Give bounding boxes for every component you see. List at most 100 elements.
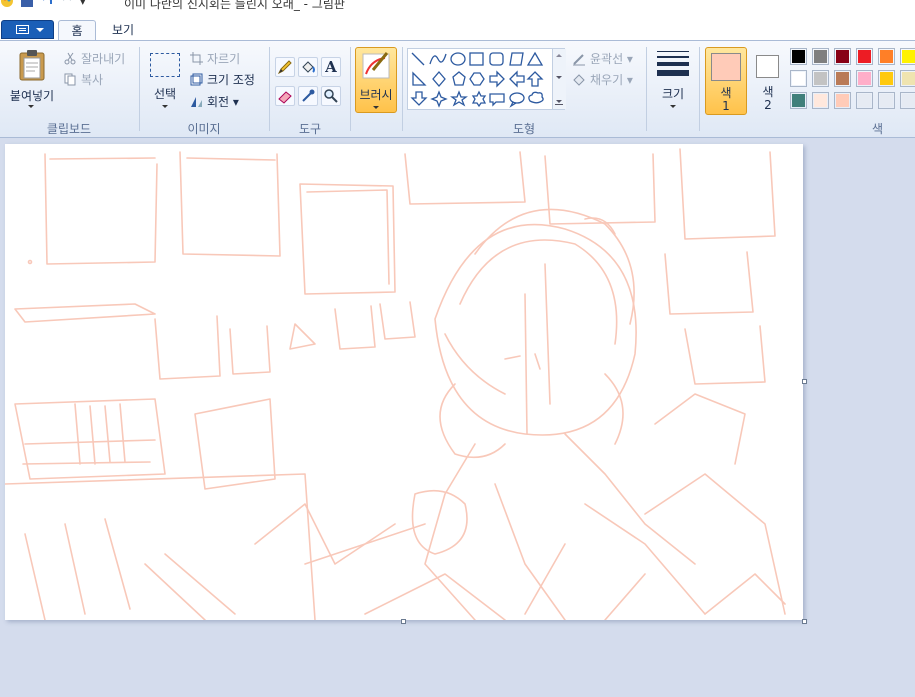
window-title: 이미 나란의 신지회는 들린지 오래_ - 그림판: [124, 0, 345, 11]
image-group-label: 이미지: [187, 122, 221, 136]
palette-swatch[interactable]: [834, 70, 851, 87]
scroll-down-icon[interactable]: [556, 76, 562, 79]
outline-label: 윤곽선 ▾: [590, 52, 633, 66]
magnifier-tool[interactable]: [321, 86, 341, 106]
right-triangle-shape-icon[interactable]: [412, 71, 427, 86]
palette-swatch[interactable]: [878, 92, 895, 109]
paste-button[interactable]: 붙여넣기: [6, 47, 58, 113]
shapes-gallery-scrollbar[interactable]: [552, 49, 566, 109]
six-point-star-shape-icon[interactable]: [471, 90, 487, 108]
size-label: 크기: [661, 87, 685, 101]
palette-swatch[interactable]: [856, 48, 873, 65]
size-button[interactable]: 크기: [652, 47, 694, 113]
resize-button[interactable]: 크기 조정: [190, 71, 255, 88]
eraser-icon: [278, 91, 292, 104]
up-arrow-shape-icon[interactable]: [526, 71, 544, 87]
drawing-canvas[interactable]: [5, 144, 807, 624]
clipboard-icon: [19, 50, 45, 81]
resize-handle-bottom[interactable]: [401, 619, 406, 624]
swatch-color: [902, 72, 915, 85]
palette-swatch[interactable]: [790, 70, 807, 87]
pencil-tool[interactable]: [275, 57, 295, 77]
copy-label: 복사: [81, 73, 104, 87]
eraser-tool[interactable]: [275, 86, 295, 106]
down-arrow-shape-icon[interactable]: [410, 91, 428, 106]
palette-swatch[interactable]: [834, 48, 851, 65]
palette-swatch[interactable]: [790, 92, 807, 109]
swatch-color: [836, 94, 849, 107]
palette-swatch[interactable]: [812, 92, 829, 109]
curve-shape-icon[interactable]: [429, 53, 447, 65]
rounded-rectangle-shape-icon[interactable]: [489, 52, 504, 66]
palette-swatch[interactable]: [790, 48, 807, 65]
swatch-color: [902, 94, 915, 107]
color-1-button[interactable]: 색 1: [705, 47, 747, 115]
fill-tool[interactable]: [298, 57, 318, 77]
swatch-color: [792, 50, 805, 63]
outline-button[interactable]: 윤곽선 ▾: [572, 50, 633, 67]
resize-handle-corner[interactable]: [802, 619, 807, 624]
qat-customize-icon[interactable]: ▾: [80, 0, 86, 8]
fill-button[interactable]: 채우기 ▾: [572, 71, 633, 88]
group-separator: [699, 47, 700, 131]
tab-view[interactable]: 보기: [100, 20, 146, 41]
title-bar: ▾ 이미 나란의 신지회는 들린지 오래_ - 그림판: [0, 0, 915, 18]
swatch-color: [792, 94, 805, 107]
left-arrow-shape-icon[interactable]: [509, 70, 525, 88]
crop-label: 자르기: [207, 52, 241, 66]
palette-swatch[interactable]: [900, 48, 915, 65]
file-menu-button[interactable]: [1, 20, 54, 39]
rotate-button[interactable]: 회전 ▾: [190, 93, 239, 110]
palette-swatch[interactable]: [900, 92, 915, 109]
rectangle-shape-icon[interactable]: [469, 52, 484, 66]
undo-icon[interactable]: [40, 0, 54, 8]
diamond-shape-icon[interactable]: [432, 71, 446, 87]
polygon-shape-icon[interactable]: [509, 52, 524, 66]
swatch-color: [814, 94, 827, 107]
five-point-star-shape-icon[interactable]: [450, 90, 468, 107]
oval-callout-shape-icon[interactable]: [509, 92, 525, 108]
color-2-button[interactable]: 색 2: [751, 47, 785, 115]
rounded-callout-shape-icon[interactable]: [489, 93, 505, 107]
triangle-shape-icon[interactable]: [526, 51, 544, 66]
copy-button[interactable]: 복사: [64, 71, 103, 88]
cloud-callout-shape-icon[interactable]: [528, 91, 544, 104]
palette-swatch[interactable]: [856, 70, 873, 87]
palette-swatch[interactable]: [878, 70, 895, 87]
crop-icon: [190, 52, 203, 65]
select-button[interactable]: 선택: [144, 47, 186, 113]
tab-home[interactable]: 홈: [58, 20, 96, 42]
oval-shape-icon[interactable]: [450, 52, 466, 66]
palette-swatch[interactable]: [856, 92, 873, 109]
save-icon[interactable]: [20, 0, 34, 8]
outline-pen-icon: [573, 53, 585, 65]
brush-button[interactable]: 브러시: [355, 47, 397, 113]
palette-swatch[interactable]: [812, 48, 829, 65]
right-arrow-shape-icon[interactable]: [489, 70, 505, 88]
scroll-up-icon[interactable]: [556, 54, 562, 57]
scissors-icon: [64, 52, 76, 65]
chevron-down-icon: [162, 105, 168, 108]
hexagon-shape-icon[interactable]: [469, 72, 485, 86]
line-shape-icon[interactable]: [411, 52, 425, 66]
pentagon-shape-icon[interactable]: [452, 71, 466, 86]
palette-swatch[interactable]: [812, 70, 829, 87]
sketch-drawing: [5, 148, 786, 620]
cut-button[interactable]: 잘라내기: [64, 50, 125, 67]
paint-app-icon[interactable]: [0, 0, 14, 8]
four-point-star-shape-icon[interactable]: [430, 90, 448, 108]
color-picker-tool[interactable]: [298, 86, 318, 106]
palette-swatch[interactable]: [900, 70, 915, 87]
colors-group-label: 색: [871, 122, 884, 136]
palette-swatch[interactable]: [834, 92, 851, 109]
redo-icon[interactable]: [60, 0, 74, 8]
gallery-expand-icon[interactable]: [555, 96, 563, 105]
resize-handle-right[interactable]: [802, 379, 807, 384]
fill-label: 채우기 ▾: [590, 73, 633, 87]
line-width-icon: [657, 51, 689, 76]
copy-icon: [64, 73, 76, 86]
palette-swatch[interactable]: [878, 48, 895, 65]
crop-button[interactable]: 자르기: [190, 50, 240, 67]
select-label: 선택: [153, 87, 177, 101]
text-tool[interactable]: A: [321, 57, 341, 77]
